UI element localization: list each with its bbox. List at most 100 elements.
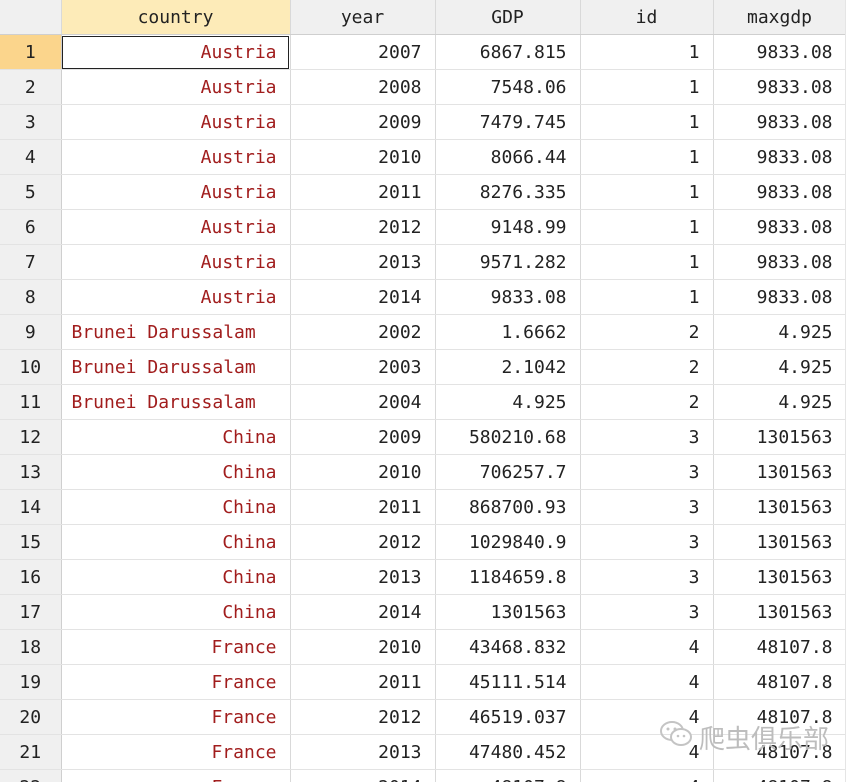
cell-country[interactable]: China <box>61 489 291 525</box>
row-number[interactable]: 22 <box>0 769 62 782</box>
cell-country[interactable]: France <box>61 734 291 770</box>
table-row[interactable]: 18 France 2010 43468.832 4 48107.8 <box>0 629 847 665</box>
cell-maxgdp[interactable]: 48107.8 <box>713 629 847 665</box>
table-row[interactable]: 15 China 2012 1029840.9 3 1301563 <box>0 524 847 560</box>
cell-country[interactable]: France <box>61 664 291 700</box>
table-row[interactable]: 22France201448107.8448107.8 <box>0 769 847 782</box>
row-number[interactable]: 11 <box>0 384 62 420</box>
cell-maxgdp[interactable]: 1301563 <box>713 489 847 525</box>
row-number[interactable]: 4 <box>0 139 62 175</box>
cell-id[interactable]: 2 <box>580 349 714 385</box>
cell-gdp[interactable]: 8276.335 <box>435 174 581 210</box>
row-number[interactable]: 17 <box>0 594 62 630</box>
cell-gdp[interactable]: 580210.68 <box>435 419 581 455</box>
cell-country[interactable]: France <box>61 769 291 782</box>
table-row[interactable]: 4 Austria 2010 8066.44 1 9833.08 <box>0 139 847 175</box>
row-number[interactable]: 2 <box>0 69 62 105</box>
table-row[interactable]: 13 China 2010 706257.7 3 1301563 <box>0 454 847 490</box>
cell-id[interactable]: 3 <box>580 594 714 630</box>
cell-maxgdp[interactable]: 9833.08 <box>713 104 847 140</box>
table-row[interactable]: 11 Brunei Darussalam 2004 4.925 2 4.925 <box>0 384 847 420</box>
cell-country[interactable]: Austria <box>61 104 291 140</box>
cell-maxgdp[interactable]: 9833.08 <box>713 279 847 315</box>
cell-year[interactable]: 2009 <box>290 419 436 455</box>
cell-id[interactable]: 1 <box>580 279 714 315</box>
row-number[interactable]: 7 <box>0 244 62 280</box>
table-row[interactable]: 1 Austria 2007 6867.815 1 9833.08 <box>0 34 847 70</box>
cell-year[interactable]: 2008 <box>290 69 436 105</box>
cell-gdp[interactable]: 9833.08 <box>435 279 581 315</box>
cell-year[interactable]: 2013 <box>290 244 436 280</box>
cell-id[interactable]: 2 <box>580 384 714 420</box>
cell-country[interactable]: Austria <box>61 279 291 315</box>
cell-year[interactable]: 2009 <box>290 104 436 140</box>
cell-gdp[interactable]: 7479.745 <box>435 104 581 140</box>
cell-id[interactable]: 3 <box>580 454 714 490</box>
table-row[interactable]: 12 China 2009 580210.68 3 1301563 <box>0 419 847 455</box>
corner-cell[interactable] <box>0 0 62 35</box>
cell-country[interactable]: Austria <box>61 174 291 210</box>
cell-gdp[interactable]: 868700.93 <box>435 489 581 525</box>
cell-gdp[interactable]: 48107.8 <box>435 769 581 782</box>
cell-maxgdp[interactable]: 48107.8 <box>713 769 847 782</box>
row-number[interactable]: 18 <box>0 629 62 665</box>
row-number[interactable]: 21 <box>0 734 62 770</box>
row-number[interactable]: 20 <box>0 699 62 735</box>
table-row[interactable]: 14 China 2011 868700.93 3 1301563 <box>0 489 847 525</box>
cell-maxgdp[interactable]: 9833.08 <box>713 244 847 280</box>
cell-gdp[interactable]: 706257.7 <box>435 454 581 490</box>
table-row[interactable]: 8 Austria 2014 9833.08 1 9833.08 <box>0 279 847 315</box>
cell-year[interactable]: 2012 <box>290 524 436 560</box>
table-row[interactable]: 16 China 2013 1184659.8 3 1301563 <box>0 559 847 595</box>
cell-id[interactable]: 3 <box>580 559 714 595</box>
cell-year[interactable]: 2002 <box>290 314 436 350</box>
cell-id[interactable]: 1 <box>580 139 714 175</box>
cell-year[interactable]: 2007 <box>290 34 436 70</box>
cell-id[interactable]: 4 <box>580 629 714 665</box>
cell-country[interactable]: Brunei Darussalam <box>61 349 291 385</box>
cell-maxgdp[interactable]: 9833.08 <box>713 174 847 210</box>
cell-country[interactable]: China <box>61 419 291 455</box>
cell-country[interactable]: Austria <box>61 139 291 175</box>
cell-id[interactable]: 3 <box>580 419 714 455</box>
column-header-maxgdp[interactable]: maxgdp <box>713 0 847 35</box>
row-number[interactable]: 14 <box>0 489 62 525</box>
cell-maxgdp[interactable]: 48107.8 <box>713 664 847 700</box>
cell-maxgdp[interactable]: 1301563 <box>713 454 847 490</box>
cell-year[interactable]: 2010 <box>290 139 436 175</box>
cell-id[interactable]: 1 <box>580 34 714 70</box>
cell-id[interactable]: 4 <box>580 664 714 700</box>
cell-maxgdp[interactable]: 1301563 <box>713 524 847 560</box>
table-row[interactable]: 2 Austria 2008 7548.06 1 9833.08 <box>0 69 847 105</box>
cell-country[interactable]: France <box>61 629 291 665</box>
cell-maxgdp[interactable]: 9833.08 <box>713 69 847 105</box>
table-row[interactable]: 5 Austria 2011 8276.335 1 9833.08 <box>0 174 847 210</box>
cell-id[interactable]: 3 <box>580 524 714 560</box>
column-header-country[interactable]: country <box>61 0 291 35</box>
row-number[interactable]: 10 <box>0 349 62 385</box>
cell-maxgdp[interactable]: 48107.8 <box>713 734 847 770</box>
cell-gdp[interactable]: 8066.44 <box>435 139 581 175</box>
cell-country[interactable]: France <box>61 699 291 735</box>
cell-gdp[interactable]: 9571.282 <box>435 244 581 280</box>
cell-id[interactable]: 1 <box>580 104 714 140</box>
cell-id[interactable]: 3 <box>580 489 714 525</box>
table-row[interactable]: 17 China 2014 1301563 3 1301563 <box>0 594 847 630</box>
cell-year[interactable]: 2011 <box>290 664 436 700</box>
cell-year[interactable]: 2010 <box>290 629 436 665</box>
table-row[interactable]: 10 Brunei Darussalam 2003 2.1042 2 4.925 <box>0 349 847 385</box>
cell-year[interactable]: 2012 <box>290 209 436 245</box>
cell-maxgdp[interactable]: 9833.08 <box>713 34 847 70</box>
cell-gdp[interactable]: 2.1042 <box>435 349 581 385</box>
cell-gdp[interactable]: 1184659.8 <box>435 559 581 595</box>
cell-id[interactable]: 1 <box>580 244 714 280</box>
cell-country[interactable]: Austria <box>61 244 291 280</box>
cell-gdp[interactable]: 1.6662 <box>435 314 581 350</box>
cell-gdp[interactable]: 47480.452 <box>435 734 581 770</box>
column-header-gdp[interactable]: GDP <box>435 0 581 35</box>
vertical-scrollbar[interactable] <box>845 0 855 782</box>
cell-gdp[interactable]: 1301563 <box>435 594 581 630</box>
row-number[interactable]: 6 <box>0 209 62 245</box>
cell-maxgdp[interactable]: 4.925 <box>713 314 847 350</box>
row-number[interactable]: 15 <box>0 524 62 560</box>
